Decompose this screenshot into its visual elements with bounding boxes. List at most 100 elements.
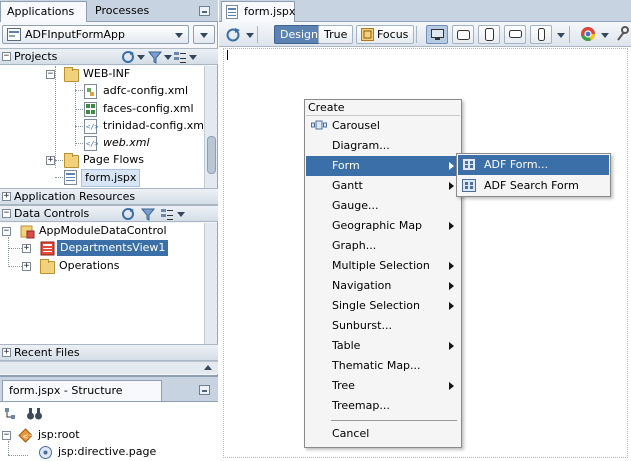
scroll-up-icon[interactable]	[204, 365, 212, 370]
tab-structure[interactable]: form.jspx - Structure	[2, 380, 162, 401]
submenu-item-adf-search-form[interactable]: ADF Search Form	[458, 176, 609, 196]
jspx-file-icon	[226, 5, 238, 19]
expand-icon[interactable]: +	[2, 348, 11, 357]
binoculars-icon[interactable]	[26, 406, 43, 421]
submenu-arrow-icon	[449, 182, 454, 190]
filter-icon[interactable]	[141, 207, 155, 221]
phone-portrait-button[interactable]	[530, 25, 552, 44]
tablet-portrait-icon	[485, 28, 494, 41]
menu-item-gantt[interactable]: Gantt	[306, 176, 460, 196]
menu-item-form[interactable]: Form	[306, 156, 460, 176]
chevron-down-icon[interactable]	[164, 55, 172, 60]
structure-view-icon[interactable]	[4, 407, 20, 421]
submenu-arrow-icon	[449, 282, 454, 290]
phone-landscape-button[interactable]	[504, 25, 526, 44]
submenu-arrow-icon	[449, 262, 454, 270]
menu-item-geographic-map[interactable]: Geographic Map	[306, 216, 460, 236]
collapse-icon[interactable]: −	[2, 431, 11, 440]
menu-item-label: Sunburst...	[332, 319, 392, 332]
submenu-arrow-icon	[449, 342, 454, 350]
menu-item-navigation[interactable]: Navigation	[306, 276, 460, 296]
menu-item-cancel[interactable]: Cancel	[306, 424, 460, 444]
refresh-icon[interactable]	[121, 50, 135, 64]
phone-landscape-icon	[509, 30, 522, 38]
navigator-display-options-icon[interactable]	[173, 51, 187, 64]
menu-item-multiple-selection[interactable]: Multiple Selection	[306, 256, 460, 276]
folder-icon	[40, 259, 55, 274]
expand-icon[interactable]: +	[22, 262, 31, 271]
tablet-portrait-button[interactable]	[478, 25, 500, 44]
tab-processes[interactable]: Processes	[89, 1, 169, 22]
horizontal-scrollbar[interactable]	[0, 361, 218, 374]
minimize-icon[interactable]	[199, 6, 210, 16]
svg-text:<>: <>	[22, 432, 33, 441]
data-controls-accordion-header[interactable]: − Data Controls	[0, 205, 218, 222]
menu-item-carousel[interactable]: Carousel	[306, 116, 460, 136]
tree-item-label: Page Flows	[83, 153, 144, 166]
refresh-icon[interactable]	[121, 207, 135, 221]
collapse-icon[interactable]: −	[2, 52, 11, 61]
expand-icon[interactable]: +	[46, 156, 55, 165]
project-tree-scrollbar[interactable]	[204, 66, 217, 188]
tablet-landscape-icon	[457, 30, 470, 40]
collapse-icon[interactable]: −	[46, 70, 55, 79]
focus-button[interactable]: Focus	[356, 25, 415, 44]
menu-item-diagram[interactable]: Diagram...	[306, 136, 460, 156]
projects-accordion-header[interactable]: − Projects	[0, 48, 218, 65]
submenu-item-adf-form[interactable]: ADF Form...	[458, 155, 609, 175]
menu-item-label: Treemap...	[332, 399, 390, 412]
data-controls-tree: − AppModuleDataControl + DepartmentsView…	[0, 223, 204, 344]
scrollbar-thumb[interactable]	[207, 136, 216, 174]
collapse-icon[interactable]: −	[2, 227, 11, 236]
filter-icon[interactable]	[148, 50, 162, 64]
menu-item-tree[interactable]: Tree	[306, 376, 460, 396]
recent-files-label: Recent Files	[14, 346, 80, 359]
tool-icon[interactable]	[615, 26, 629, 42]
application-menu-button[interactable]	[193, 25, 215, 44]
menu-item-treemap[interactable]: Treemap...	[306, 396, 460, 416]
menu-item-gauge[interactable]: Gauge...	[306, 196, 460, 216]
menu-item-single-selection[interactable]: Single Selection	[306, 296, 460, 316]
design-button[interactable]: Design	[274, 25, 324, 44]
tree-item-label: adfc-config.xml	[103, 84, 189, 97]
svg-text:</>: </>	[86, 140, 98, 148]
editor-tab-label: form.jspx	[244, 5, 296, 18]
menu-item-label: Navigation	[332, 279, 392, 292]
menu-item-label: Gantt	[332, 179, 363, 192]
menu-item-graph[interactable]: Graph...	[306, 236, 460, 256]
recent-files-accordion-header[interactable]: + Recent Files	[0, 344, 218, 361]
structure-panel: form.jspx - Structure − <> jsp:root jsp:…	[0, 375, 218, 461]
application-selector[interactable]: ADFInputFormApp	[2, 25, 189, 44]
tree-item-label: DepartmentsView1	[57, 240, 169, 256]
menu-separator	[331, 420, 457, 421]
chevron-down-icon[interactable]	[189, 55, 197, 60]
chevron-down-icon[interactable]	[246, 33, 254, 38]
tab-applications[interactable]: Applications	[0, 1, 87, 22]
minimize-icon[interactable]	[199, 385, 210, 395]
tree-item-label: AppModuleDataControl	[39, 224, 167, 237]
collapse-icon[interactable]: −	[2, 209, 11, 218]
expand-icon[interactable]: +	[2, 192, 11, 201]
menu-item-sunburst[interactable]: Sunburst...	[306, 316, 460, 336]
chevron-down-icon[interactable]	[557, 33, 565, 38]
menu-item-label: Table	[332, 339, 361, 352]
refresh-icon[interactable]	[225, 27, 241, 43]
tab-form-jspx[interactable]: form.jspx	[221, 1, 295, 22]
menu-item-thematic-map[interactable]: Thematic Map...	[306, 356, 460, 376]
chrome-browser-icon[interactable]	[580, 26, 596, 42]
svg-text:</>: </>	[86, 123, 98, 131]
faces-config-icon	[84, 102, 97, 117]
menu-item-table[interactable]: Table	[306, 336, 460, 356]
carousel-icon	[311, 120, 327, 130]
data-controls-scrollbar[interactable]	[204, 223, 217, 344]
expand-icon[interactable]: +	[22, 244, 31, 253]
editor-toolbar: Design True Focus	[219, 22, 631, 47]
desktop-view-button[interactable]	[426, 25, 448, 44]
data-controls-display-options-icon[interactable]	[160, 208, 174, 221]
tablet-landscape-button[interactable]	[452, 25, 474, 44]
chevron-down-icon[interactable]	[137, 55, 145, 60]
chevron-down-icon[interactable]	[177, 212, 185, 217]
chevron-down-icon[interactable]	[601, 33, 609, 38]
true-button[interactable]: True	[318, 25, 354, 44]
application-resources-accordion-header[interactable]: + Application Resources	[0, 188, 218, 205]
